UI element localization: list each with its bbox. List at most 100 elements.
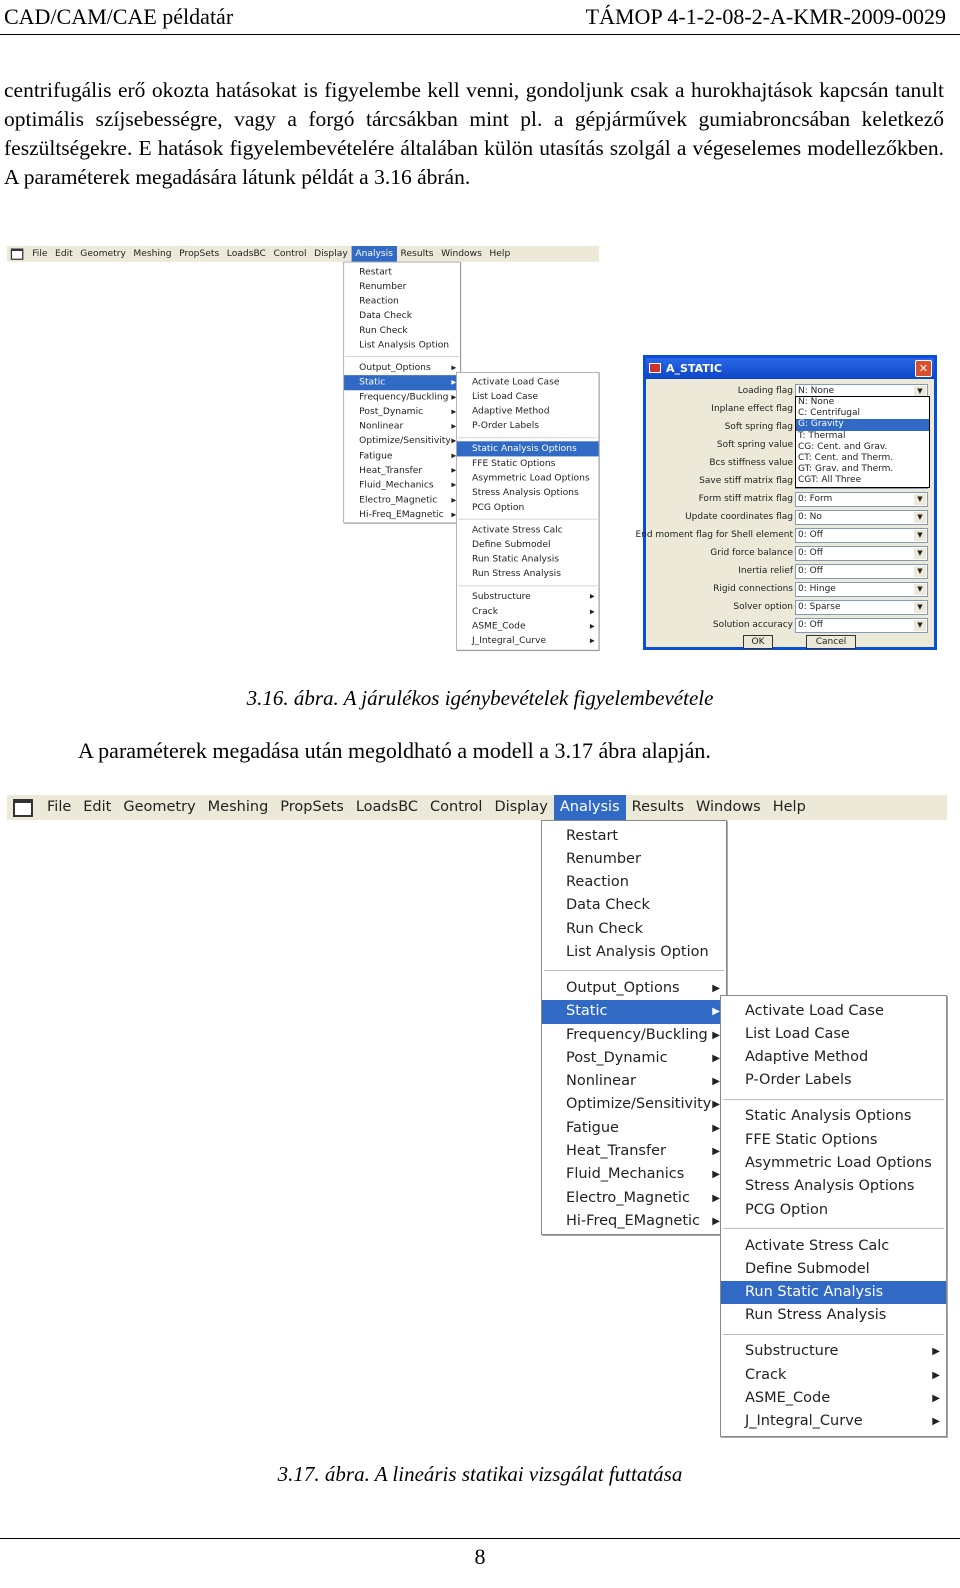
menu-item[interactable]: Run Static Analysis: [457, 552, 599, 567]
dropdown-arrow-icon[interactable]: ▼: [914, 584, 926, 595]
menubar-item-analysis[interactable]: Analysis: [351, 246, 397, 262]
dropdown-option[interactable]: GT: Grav. and Therm.: [796, 464, 929, 475]
menu-item[interactable]: Post_Dynamic ▶: [344, 405, 460, 420]
menu-item[interactable]: Output_Options ▶: [344, 361, 460, 376]
dialog-titlebar[interactable]: A_STATIC ✕: [646, 358, 934, 379]
menu-item[interactable]: Static Analysis Options: [456, 441, 599, 457]
menubar-item-loadsbc[interactable]: LoadsBC: [223, 246, 270, 262]
dropdown-arrow-icon[interactable]: ▼: [914, 548, 926, 559]
field-select[interactable]: 0: Hinge ▼: [795, 582, 928, 597]
menu-item[interactable]: Substructure ▶: [721, 1340, 946, 1363]
menu-item[interactable]: Data Check: [542, 894, 726, 917]
menu-item[interactable]: Asymmetric Load Options: [457, 471, 599, 486]
field-select[interactable]: 0: Off ▼: [795, 564, 928, 579]
menubar-item-help[interactable]: Help: [486, 246, 514, 262]
menu-item[interactable]: Adaptive Method: [457, 404, 599, 419]
menu-item[interactable]: Optimize/Sensitivity ▶: [344, 434, 460, 449]
menubar-item-geometry[interactable]: Geometry: [77, 246, 130, 262]
menubar-item-display[interactable]: Display: [488, 795, 553, 820]
menu-item[interactable]: Define Submodel: [457, 538, 599, 553]
menu-item[interactable]: Data Check: [344, 309, 460, 324]
menu-item[interactable]: Fatigue ▶: [542, 1117, 726, 1140]
field-select[interactable]: 0: Form ▼: [795, 492, 928, 507]
menu-item[interactable]: Fatigue ▶: [344, 449, 460, 464]
menu-item[interactable]: Static Analysis Options: [721, 1105, 946, 1128]
menu-item[interactable]: Reaction: [344, 294, 460, 309]
menu-item[interactable]: Hi-Freq_EMagnetic ▶: [542, 1210, 726, 1233]
menubar-item-loadsbc[interactable]: LoadsBC: [350, 795, 424, 820]
menu-item[interactable]: Reaction: [542, 871, 726, 894]
menu-item[interactable]: FFE Static Options: [721, 1129, 946, 1152]
menu-item[interactable]: P-Order Labels: [721, 1069, 946, 1092]
menu-item[interactable]: Asymmetric Load Options: [721, 1152, 946, 1175]
dropdown-option[interactable]: CG: Cent. and Grav.: [796, 442, 929, 453]
window-icon[interactable]: [13, 798, 33, 817]
menubar-item-results[interactable]: Results: [397, 246, 438, 262]
dropdown-option[interactable]: C: Centrifugal: [796, 408, 929, 419]
menu-item[interactable]: Restart: [542, 825, 726, 848]
menu-item[interactable]: Restart: [344, 265, 460, 280]
menubar-item-windows[interactable]: Windows: [690, 795, 767, 820]
dropdown-arrow-icon[interactable]: ▼: [914, 620, 926, 631]
menubar-item-control[interactable]: Control: [424, 795, 488, 820]
window-icon[interactable]: [10, 248, 24, 260]
menu-item[interactable]: Run Stress Analysis: [457, 567, 599, 582]
cancel-button[interactable]: Cancel: [806, 635, 856, 649]
menubar-item-edit[interactable]: Edit: [51, 246, 76, 262]
menubar-item-results[interactable]: Results: [626, 795, 690, 820]
menu-item[interactable]: Activate Stress Calc: [721, 1235, 946, 1258]
menubar-item-meshing[interactable]: Meshing: [202, 795, 275, 820]
menu-item[interactable]: Crack ▶: [457, 604, 599, 619]
menu-item[interactable]: Fluid_Mechanics ▶: [542, 1163, 726, 1186]
menu-item[interactable]: FFE Static Options: [457, 456, 599, 471]
menubar-item-propsets[interactable]: PropSets: [175, 246, 223, 262]
dropdown-option[interactable]: CT: Cent. and Therm.: [796, 453, 929, 464]
menubar-item-display[interactable]: Display: [310, 246, 351, 262]
menu-item[interactable]: List Analysis Option: [542, 941, 726, 964]
menubar-item-meshing[interactable]: Meshing: [130, 246, 176, 262]
menu-item[interactable]: Run Check: [542, 918, 726, 941]
menu-item[interactable]: PCG Option: [721, 1199, 946, 1222]
menu-item[interactable]: Post_Dynamic ▶: [542, 1047, 726, 1070]
menubar-item-file[interactable]: File: [41, 795, 77, 820]
menubar-item-control[interactable]: Control: [270, 246, 311, 262]
menu-item[interactable]: Static ▶: [542, 1000, 726, 1024]
field-select[interactable]: 0: Off ▼: [795, 618, 928, 633]
dropdown-arrow-icon[interactable]: ▼: [914, 602, 926, 613]
dropdown-arrow-icon[interactable]: ▼: [914, 566, 926, 577]
menu-item[interactable]: Activate Load Case: [457, 375, 599, 390]
menu-item[interactable]: Fluid_Mechanics ▶: [344, 478, 460, 493]
menu-item[interactable]: Static ▶: [344, 375, 460, 390]
menubar-item-windows[interactable]: Windows: [437, 246, 485, 262]
menu-item[interactable]: Run Stress Analysis: [721, 1304, 946, 1327]
menubar-item-file[interactable]: File: [28, 246, 51, 262]
menu-item[interactable]: PCG Option: [457, 500, 599, 515]
menubar-item-help[interactable]: Help: [767, 795, 812, 820]
menu-item[interactable]: Stress Analysis Options: [721, 1175, 946, 1198]
menu-item[interactable]: Crack ▶: [721, 1364, 946, 1387]
field-select[interactable]: 0: No ▼: [795, 510, 928, 525]
menu-item[interactable]: Frequency/Buckling ▶: [344, 390, 460, 405]
menu-item[interactable]: Optimize/Sensitivity ▶: [542, 1093, 726, 1116]
menu-item[interactable]: List Load Case: [721, 1023, 946, 1046]
field-select[interactable]: 0: Off ▼: [795, 528, 928, 543]
ok-button[interactable]: OK: [743, 635, 773, 649]
menu-item[interactable]: List Load Case: [457, 390, 599, 405]
menu-item[interactable]: J_Integral_Curve ▶: [457, 634, 599, 649]
menu-item[interactable]: Activate Stress Calc: [457, 523, 599, 538]
menubar-item-propsets[interactable]: PropSets: [274, 795, 350, 820]
dropdown-arrow-icon[interactable]: ▼: [914, 494, 926, 505]
menu-item[interactable]: Run Static Analysis: [721, 1281, 946, 1305]
menu-item[interactable]: Renumber: [542, 848, 726, 871]
dropdown-option[interactable]: G: Gravity: [796, 419, 929, 431]
dropdown-arrow-icon[interactable]: ▼: [914, 530, 926, 541]
menu-item[interactable]: Run Check: [344, 323, 460, 338]
menu-item[interactable]: Heat_Transfer ▶: [542, 1140, 726, 1163]
menu-item[interactable]: Heat_Transfer ▶: [344, 463, 460, 478]
dropdown-option[interactable]: T: Thermal: [796, 431, 929, 442]
menu-item[interactable]: Output_Options ▶: [542, 977, 726, 1000]
menu-item[interactable]: Stress Analysis Options: [457, 486, 599, 501]
dropdown-option[interactable]: CGT: All Three: [796, 475, 929, 486]
menu-item[interactable]: J_Integral_Curve ▶: [721, 1410, 946, 1433]
menu-item[interactable]: Electro_Magnetic ▶: [542, 1187, 726, 1210]
